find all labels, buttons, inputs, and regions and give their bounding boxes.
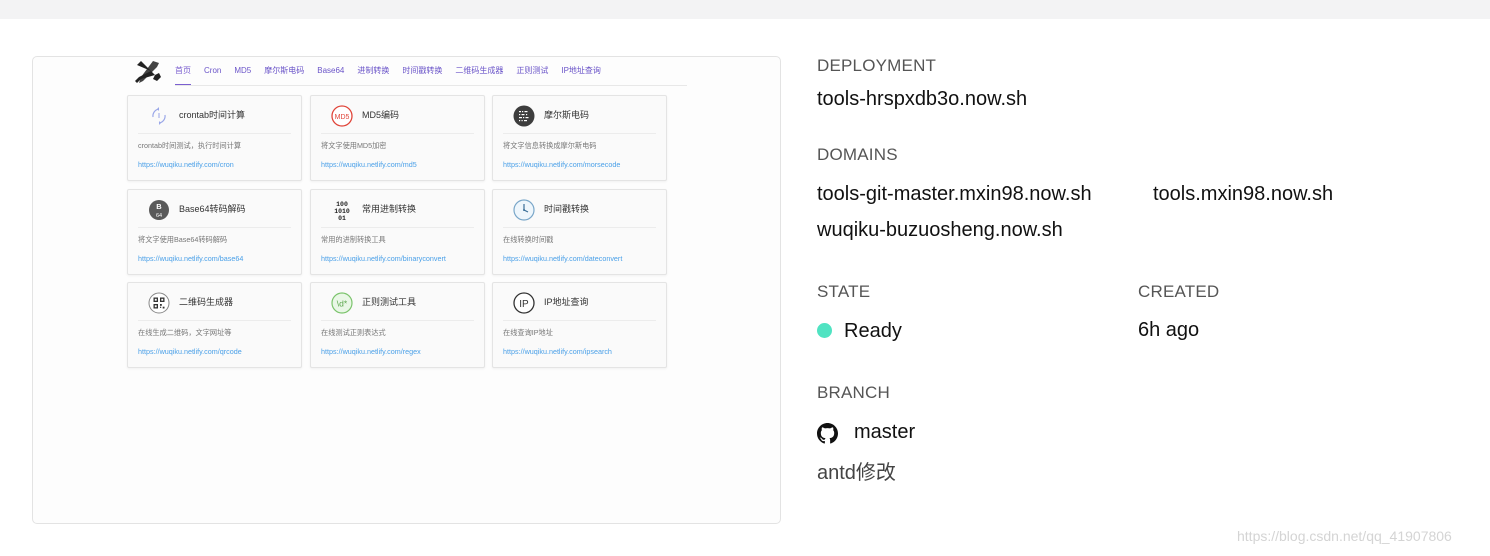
- svg-text:IP: IP: [519, 299, 529, 310]
- card-link[interactable]: https://wuqiku.netlify.com/md5: [321, 160, 417, 169]
- svg-text:\d*: \d*: [337, 299, 348, 309]
- tool-card-md5[interactable]: MD5 MD5编码 将文字使用MD5加密 https://wuqiku.netl…: [310, 95, 485, 181]
- binary-icon: 100 1010 01: [334, 201, 350, 221]
- nav-morse[interactable]: 摩尔斯电码: [264, 57, 304, 85]
- svg-text:100: 100: [336, 201, 348, 208]
- commit-message: antd修改: [817, 462, 896, 484]
- state-label: STATE: [817, 282, 871, 301]
- card-link[interactable]: https://wuqiku.netlify.com/qrcode: [138, 347, 242, 356]
- tools-logo-icon: [135, 61, 161, 83]
- branch-name[interactable]: master: [854, 421, 915, 444]
- status-indicator: [817, 323, 832, 338]
- created-label: CREATED: [1138, 282, 1220, 301]
- card-desc: 在线转换时间戳: [503, 235, 554, 244]
- card-link[interactable]: https://wuqiku.netlify.com/ipsearch: [503, 347, 612, 356]
- nav-cron[interactable]: Cron: [204, 57, 221, 85]
- card-divider: [321, 133, 474, 134]
- clock-arrows-icon: [152, 107, 166, 125]
- card-divider: [503, 133, 656, 134]
- nav-binary[interactable]: 进制转换: [357, 57, 389, 85]
- card-title: 时间戳转换: [544, 204, 590, 214]
- nav-timestamp[interactable]: 时间戳转换: [402, 57, 442, 85]
- card-link[interactable]: https://wuqiku.netlify.com/base64: [138, 254, 243, 263]
- svg-text:1010: 1010: [334, 208, 350, 215]
- domain-link[interactable]: wuqiku-buzuosheng.now.sh: [817, 219, 1063, 242]
- card-desc: 在线生成二维码，文字网址等: [138, 328, 232, 337]
- domains-label: DOMAINS: [817, 145, 898, 164]
- card-link[interactable]: https://wuqiku.netlify.com/morsecode: [503, 160, 620, 169]
- card-desc: 在线测试正则表达式: [321, 328, 386, 337]
- ip-icon: IP: [513, 292, 535, 314]
- card-desc: 将文字信息转换成摩尔斯电码: [503, 141, 597, 150]
- card-divider: [138, 320, 291, 321]
- created-value: 6h ago: [1138, 319, 1200, 341]
- card-title: 二维码生成器: [179, 297, 234, 307]
- top-strip: [0, 0, 1490, 19]
- nav-home[interactable]: 首页: [175, 57, 191, 85]
- tool-card-morse[interactable]: 摩尔斯电码 将文字信息转换成摩尔斯电码 https://wuqiku.netli…: [492, 95, 667, 181]
- deployment-preview[interactable]: 首页 Cron MD5 摩尔斯电码 Base64 进制转换 时间戳转换 二维码生…: [32, 56, 781, 524]
- card-divider: [138, 133, 291, 134]
- deployment-url[interactable]: tools-hrspxdb3o.now.sh: [817, 88, 1027, 111]
- card-link[interactable]: https://wuqiku.netlify.com/cron: [138, 160, 234, 169]
- nav-qrcode[interactable]: 二维码生成器: [455, 57, 503, 85]
- svg-text:64: 64: [156, 213, 162, 219]
- card-divider: [503, 320, 656, 321]
- nav-regex[interactable]: 正则测试: [516, 57, 548, 85]
- card-link[interactable]: https://wuqiku.netlify.com/regex: [321, 347, 421, 356]
- svg-text:B: B: [156, 202, 162, 211]
- tool-card-base64[interactable]: B 64 Base64转码解码 将文字使用Base64转码解码 https://…: [127, 189, 302, 275]
- card-link[interactable]: https://wuqiku.netlify.com/binaryconvert: [321, 254, 446, 263]
- card-title: crontab时间计算: [179, 110, 246, 120]
- domain-link[interactable]: tools-git-master.mxin98.now.sh: [817, 183, 1092, 206]
- md5-icon: MD5: [331, 105, 353, 127]
- watermark: https://blog.csdn.net/qq_41907806: [1237, 528, 1452, 544]
- card-divider: [321, 227, 474, 228]
- card-title: MD5编码: [362, 110, 400, 120]
- domain-link[interactable]: tools.mxin98.now.sh: [1153, 183, 1333, 206]
- nav-md5[interactable]: MD5: [234, 57, 251, 85]
- card-desc: 常用的进制转换工具: [321, 235, 386, 244]
- deployment-label: DEPLOYMENT: [817, 56, 937, 75]
- card-divider: [321, 320, 474, 321]
- card-title: IP地址查询: [544, 297, 589, 307]
- tool-card-cron[interactable]: crontab时间计算 crontab时间测试，执行时间计算 https://w…: [127, 95, 302, 181]
- svg-text:01: 01: [338, 215, 346, 221]
- card-title: 正则测试工具: [362, 297, 417, 307]
- card-divider: [503, 227, 656, 228]
- state-value: Ready: [844, 320, 902, 342]
- card-desc: 将文字使用Base64转码解码: [138, 235, 228, 244]
- timestamp-icon: [513, 199, 535, 221]
- card-desc: 将文字使用MD5加密: [321, 141, 387, 150]
- preview-nav: 首页 Cron MD5 摩尔斯电码 Base64 进制转换 时间戳转换 二维码生…: [175, 57, 614, 85]
- nav-divider: [175, 85, 687, 86]
- branch-label: BRANCH: [817, 383, 890, 402]
- morse-icon: [513, 105, 535, 127]
- card-desc: 在线查询IP地址: [503, 328, 553, 337]
- card-title: 摩尔斯电码: [544, 110, 590, 120]
- preview-header: 首页 Cron MD5 摩尔斯电码 Base64 进制转换 时间戳转换 二维码生…: [33, 57, 780, 87]
- svg-text:MD5: MD5: [335, 114, 350, 121]
- github-icon: [817, 423, 838, 444]
- card-link[interactable]: https://wuqiku.netlify.com/dateconvert: [503, 254, 622, 263]
- card-desc: crontab时间测试，执行时间计算: [138, 141, 242, 150]
- card-title: Base64转码解码: [179, 204, 246, 214]
- regex-icon: \d*: [331, 292, 353, 314]
- tool-card-regex[interactable]: \d* 正则测试工具 在线测试正则表达式 https://wuqiku.netl…: [310, 282, 485, 368]
- base64-icon: B 64: [149, 200, 169, 220]
- nav-base64[interactable]: Base64: [317, 57, 344, 85]
- tool-card-binary[interactable]: 100 1010 01 常用进制转换 常用的进制转换工具 https://wuq…: [310, 189, 485, 275]
- tool-card-timestamp[interactable]: 时间戳转换 在线转换时间戳 https://wuqiku.netlify.com…: [492, 189, 667, 275]
- card-title: 常用进制转换: [362, 204, 417, 214]
- qrcode-icon: [148, 292, 170, 314]
- nav-ip[interactable]: IP地址查询: [561, 57, 601, 85]
- card-divider: [138, 227, 291, 228]
- tool-card-qrcode[interactable]: 二维码生成器 在线生成二维码，文字网址等 https://wuqiku.netl…: [127, 282, 302, 368]
- tool-card-ip[interactable]: IP IP地址查询 在线查询IP地址 https://wuqiku.netlif…: [492, 282, 667, 368]
